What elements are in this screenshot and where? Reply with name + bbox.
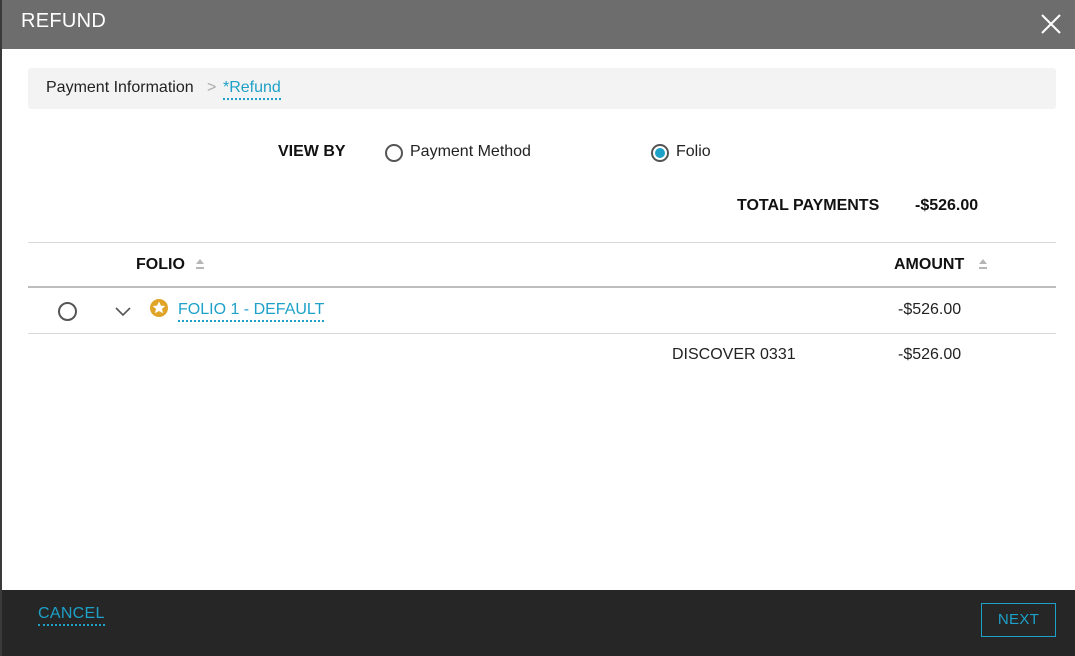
sort-amount-icon[interactable] xyxy=(978,258,988,272)
star-icon xyxy=(150,299,168,317)
dialog-title: REFUND xyxy=(21,10,107,32)
column-header-amount[interactable]: AMOUNT xyxy=(894,256,964,274)
dialog-footer: CANCEL NEXT xyxy=(2,590,1075,656)
breadcrumb-refund[interactable]: *Refund xyxy=(223,79,281,100)
breadcrumb-separator: > xyxy=(207,79,217,96)
folio-link[interactable]: FOLIO 1 - DEFAULT xyxy=(178,301,325,322)
payment-method-label[interactable]: Payment Method xyxy=(410,143,531,161)
breadcrumb-payment-information[interactable]: Payment Information xyxy=(46,79,194,97)
total-payments-value: -$526.00 xyxy=(915,197,979,214)
refund-dialog: REFUND Payment Information > *Refund VIE… xyxy=(0,0,1075,656)
payment-method-name: DISCOVER 0331 xyxy=(672,346,796,363)
table-header-divider xyxy=(28,286,1056,288)
cancel-button[interactable]: CANCEL xyxy=(38,605,105,626)
folio-row-radio[interactable] xyxy=(58,302,77,321)
folio-radio-label[interactable]: Folio xyxy=(676,143,711,161)
breadcrumb: Payment Information > *Refund xyxy=(28,68,1056,109)
folio-radio[interactable] xyxy=(651,144,669,162)
next-button[interactable]: NEXT xyxy=(981,603,1056,637)
view-by-label: VIEW BY xyxy=(278,143,346,160)
row-divider xyxy=(28,333,1056,334)
folio-amount: -$526.00 xyxy=(898,301,962,318)
close-icon[interactable] xyxy=(1036,9,1066,39)
payment-method-radio[interactable] xyxy=(385,144,403,162)
payment-method-amount: -$526.00 xyxy=(898,346,962,363)
sort-folio-icon[interactable] xyxy=(195,258,205,272)
total-payments-label: TOTAL PAYMENTS xyxy=(737,197,880,214)
dialog-titlebar: REFUND xyxy=(2,0,1075,49)
table-top-divider xyxy=(28,242,1056,243)
chevron-down-icon[interactable] xyxy=(114,304,132,318)
column-header-folio[interactable]: FOLIO xyxy=(136,256,185,274)
